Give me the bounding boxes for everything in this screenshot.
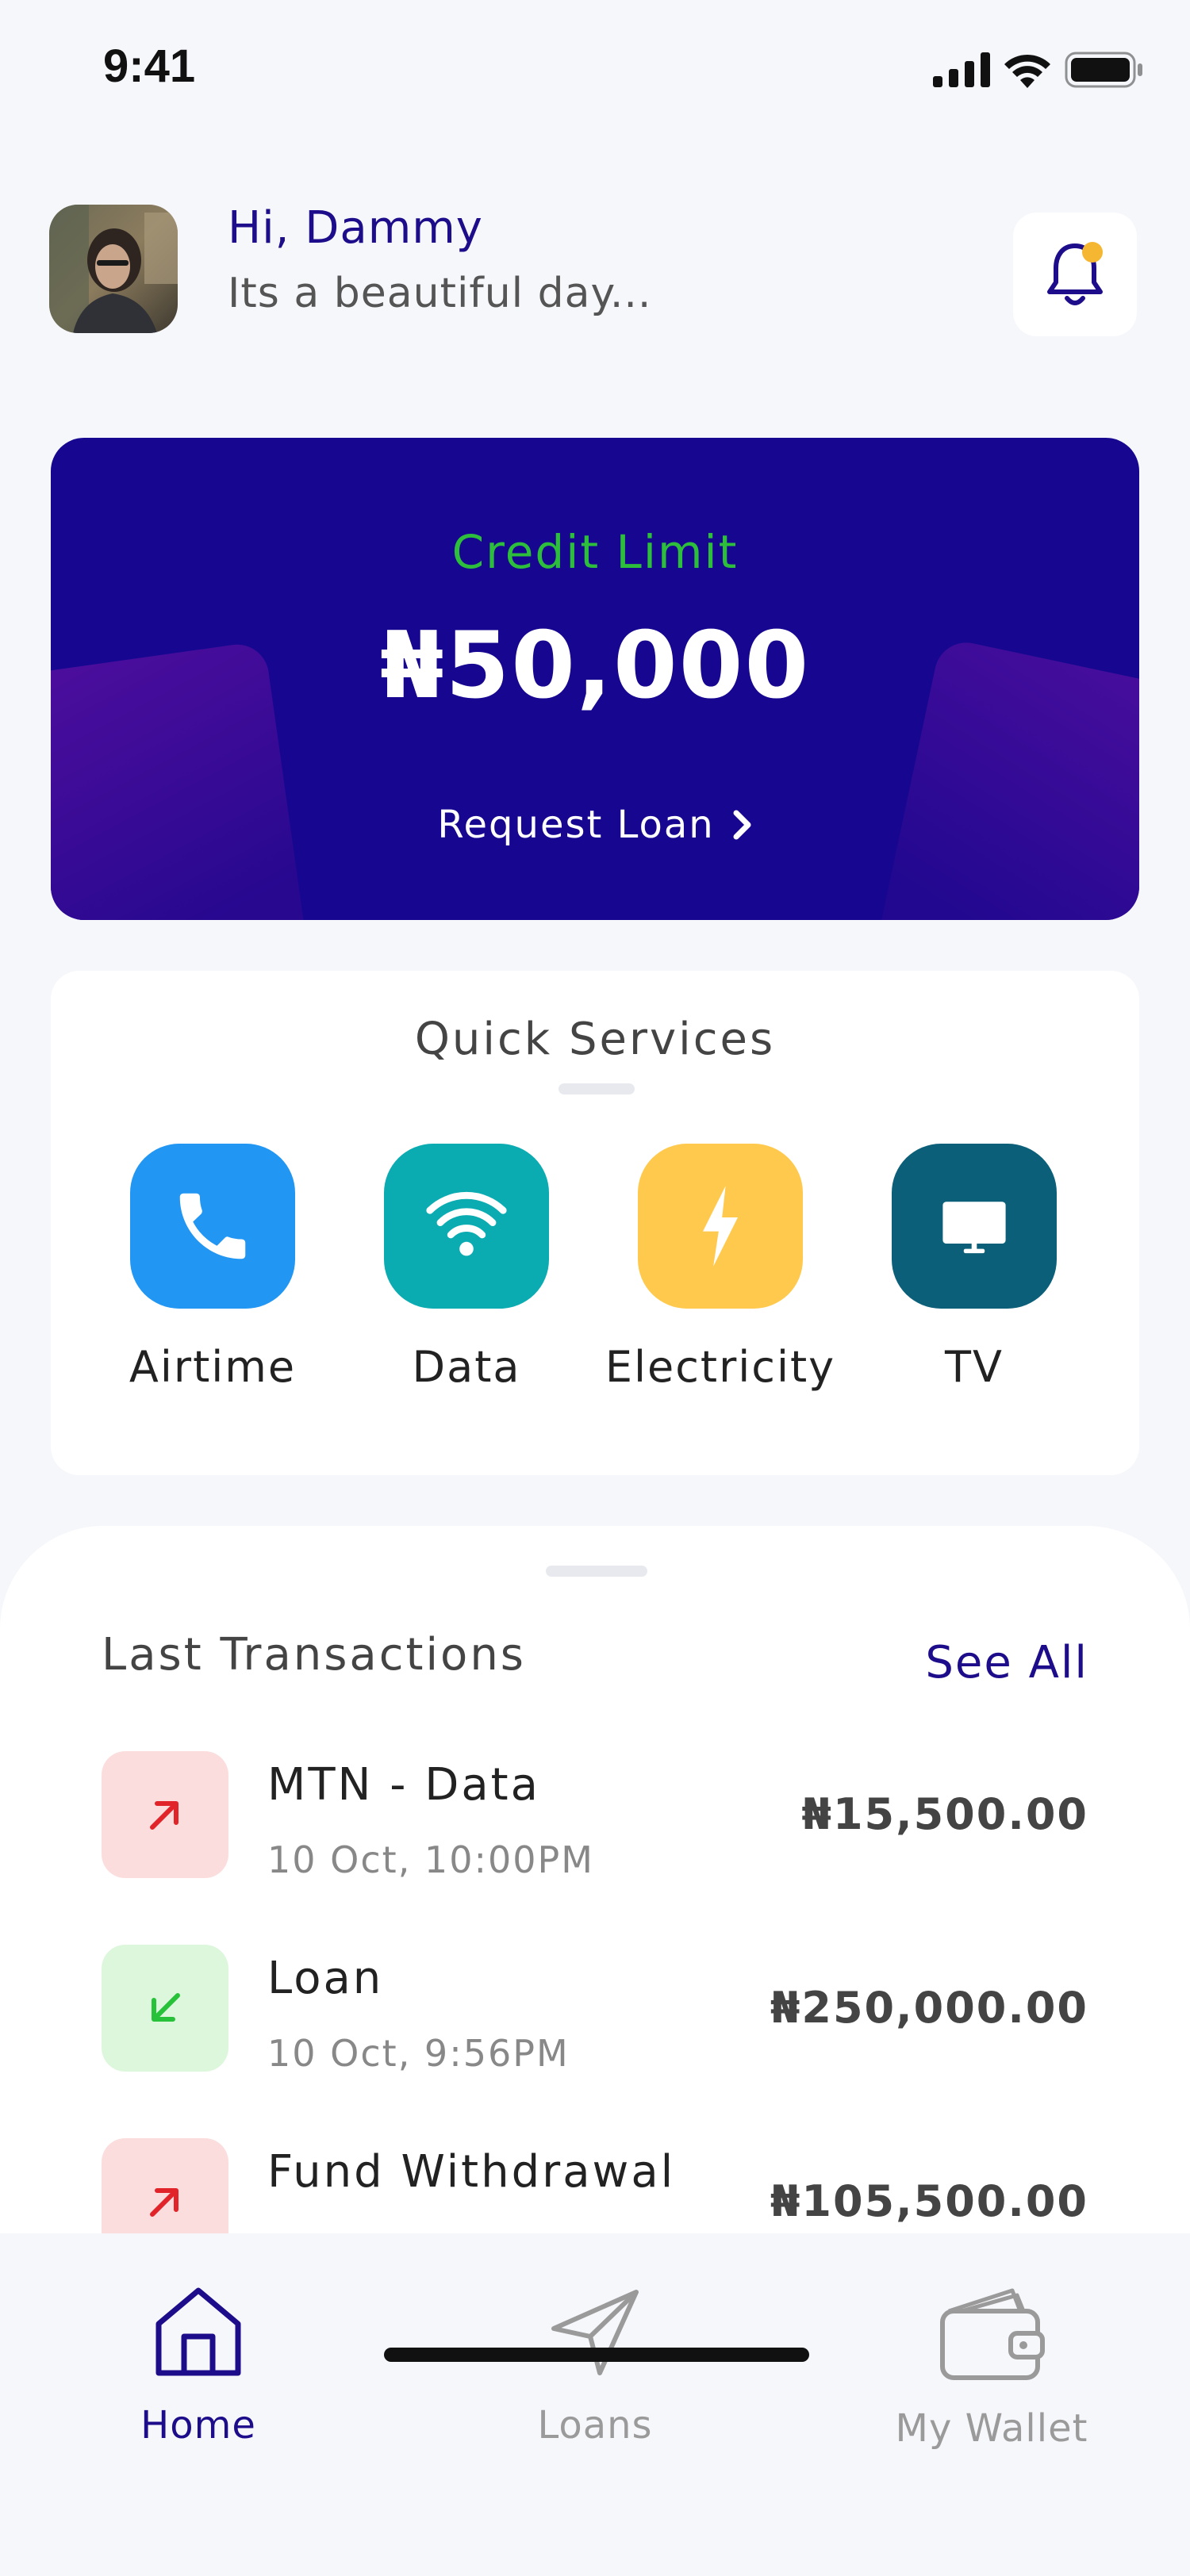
- arrow-up-right-icon: [150, 2188, 178, 2217]
- nav-my-wallet[interactable]: My Wallet: [873, 2284, 1111, 2451]
- user-photo: [49, 205, 178, 333]
- chevron-right-icon: [733, 810, 751, 840]
- quick-services-card: Quick Services Airtime Data Electricity: [51, 971, 1139, 1475]
- nav-label: Home: [140, 2403, 256, 2448]
- home-icon: [155, 2287, 241, 2376]
- transaction-icon: [102, 1945, 228, 2072]
- service-label: Data: [412, 1342, 521, 1392]
- cellular-signal-icon: [933, 52, 990, 87]
- section-divider: [559, 1083, 635, 1094]
- nav-label: My Wallet: [895, 2406, 1088, 2451]
- transaction-name: Fund Withdrawal: [267, 2146, 676, 2198]
- service-label: TV: [945, 1342, 1004, 1392]
- nav-label: Loans: [537, 2403, 653, 2448]
- avatar[interactable]: [49, 205, 178, 333]
- request-loan-label: Request Loan: [437, 803, 715, 847]
- transaction-time: 10 Oct, 10:00PM: [267, 1838, 594, 1881]
- transaction-row[interactable]: MTN - Data 10 Oct, 10:00PM ₦15,500.00: [102, 1751, 1088, 1881]
- send-icon: [551, 2290, 639, 2375]
- service-data[interactable]: Data: [340, 1144, 593, 1392]
- service-tv[interactable]: TV: [847, 1144, 1101, 1392]
- status-time: 9:41: [103, 40, 196, 92]
- airtime-icon-tile: [130, 1144, 295, 1309]
- wallet-icon: [940, 2288, 1045, 2380]
- battery-icon: [1065, 52, 1142, 88]
- arrow-down-left-icon: [152, 1993, 180, 2022]
- service-label: Electricity: [605, 1342, 836, 1392]
- nav-loans[interactable]: Loans: [476, 2284, 714, 2448]
- see-all-link[interactable]: See All: [925, 1637, 1088, 1689]
- transaction-amount: ₦250,000.00: [770, 1983, 1088, 2033]
- credit-limit-card: Credit Limit ₦50,000 Request Loan: [51, 438, 1139, 920]
- transaction-name: Loan: [267, 1953, 384, 2004]
- transaction-icon: [102, 1751, 228, 1878]
- bell-icon: [1047, 242, 1103, 305]
- lightning-icon: [703, 1186, 738, 1267]
- quick-services-title: Quick Services: [414, 1014, 776, 1065]
- nav-home[interactable]: Home: [79, 2284, 317, 2448]
- transactions-title: Last Transactions: [102, 1629, 526, 1681]
- tv-icon: [942, 1202, 1006, 1254]
- service-label: Airtime: [129, 1342, 297, 1392]
- greeting-name: Hi, Dammy: [228, 202, 483, 254]
- data-icon-tile: [384, 1144, 549, 1309]
- transaction-row[interactable]: Loan 10 Oct, 9:56PM ₦250,000.00: [102, 1945, 1088, 2075]
- notification-dot: [1082, 242, 1103, 263]
- phone-icon: [179, 1193, 246, 1259]
- tv-icon-tile: [892, 1144, 1057, 1309]
- transaction-name: MTN - Data: [267, 1759, 540, 1811]
- status-icons: [933, 49, 1144, 90]
- wifi-status-icon: [1004, 54, 1050, 88]
- transaction-amount: ₦15,500.00: [801, 1789, 1088, 1839]
- transaction-time: 10 Oct, 9:56PM: [267, 2032, 570, 2075]
- arrow-up-right-icon: [150, 1801, 178, 1830]
- service-electricity[interactable]: Electricity: [593, 1144, 847, 1392]
- notifications-button[interactable]: [1013, 213, 1137, 336]
- sheet-handle[interactable]: [546, 1566, 647, 1577]
- credit-limit-amount: ₦50,000: [379, 612, 811, 719]
- request-loan-link[interactable]: Request Loan: [51, 803, 1139, 847]
- transaction-amount: ₦105,500.00: [770, 2176, 1088, 2226]
- service-airtime[interactable]: Airtime: [86, 1144, 340, 1392]
- bottom-navigation: Home Loans My Wallet: [0, 2233, 1190, 2576]
- home-indicator: [384, 2348, 809, 2362]
- wifi-icon: [426, 1191, 507, 1256]
- electricity-icon-tile: [638, 1144, 803, 1309]
- credit-limit-label: Credit Limit: [451, 525, 739, 579]
- greeting-subtitle: Its a beautiful day...: [228, 270, 652, 317]
